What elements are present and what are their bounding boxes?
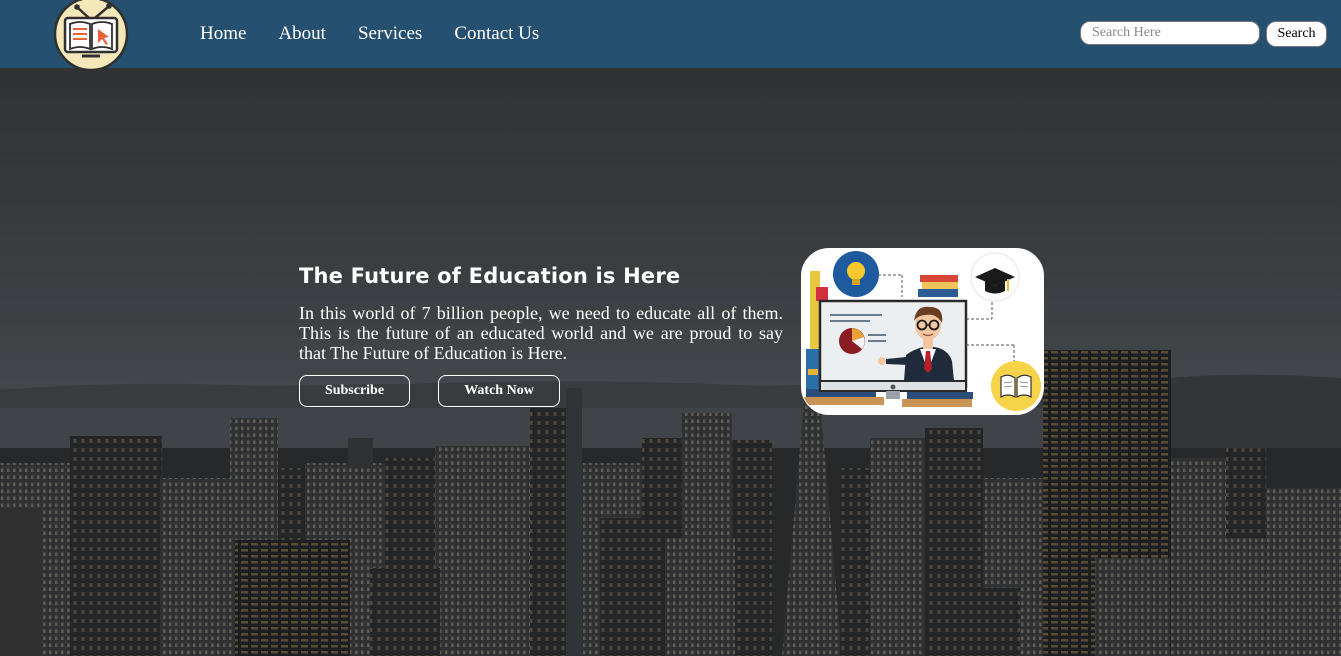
hero-description: In this world of 7 billion people, we ne… (299, 303, 783, 363)
main-nav: Home About Services Contact Us (200, 22, 571, 46)
subscribe-button[interactable]: Subscribe (299, 375, 410, 407)
nav-link-home[interactable]: Home (200, 22, 246, 46)
nav-link-contact-us[interactable]: Contact Us (454, 22, 539, 46)
search-button[interactable]: Search (1266, 21, 1327, 47)
pie-chart-icon (839, 328, 865, 354)
books-icon (918, 275, 958, 297)
education-tv-book-icon[interactable] (53, 0, 129, 72)
open-book-icon (991, 361, 1041, 411)
graduation-cap-icon (970, 252, 1020, 302)
navbar: Home About Services Contact Us Search (0, 0, 1341, 72)
watch-now-button[interactable]: Watch Now (438, 375, 560, 407)
online-class-illustration (801, 248, 1044, 415)
hero-title: The Future of Education is Here (299, 264, 681, 288)
search-input[interactable] (1080, 21, 1260, 45)
nav-link-services[interactable]: Services (358, 22, 422, 46)
lightbulb-icon (833, 251, 879, 297)
nav-link-about[interactable]: About (278, 22, 326, 46)
